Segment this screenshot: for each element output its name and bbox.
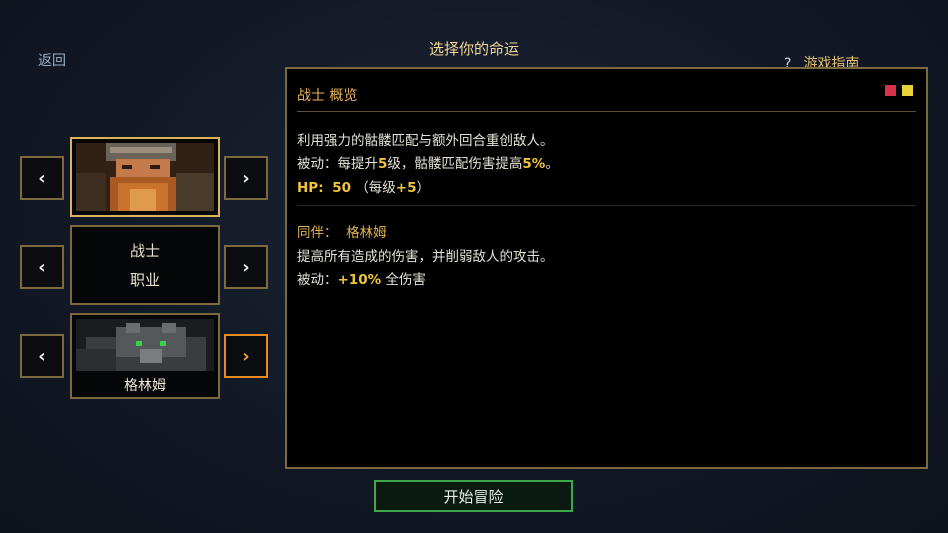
portrait-prev-button[interactable]: ‹: [20, 156, 64, 200]
chevron-left-icon: ‹: [38, 256, 46, 278]
hero-portrait-card[interactable]: [70, 137, 220, 217]
chevron-left-icon: ‹: [38, 167, 46, 189]
class-description: 利用强力的骷髅匹配与额外回合重创敌人。: [297, 133, 554, 149]
dwarf-warrior-portrait: [76, 143, 214, 211]
divider: [297, 111, 916, 112]
companion-passive: 被动：+10% 全伤害: [297, 272, 426, 288]
yellow-indicator-icon: [902, 85, 913, 96]
companion-description: 提高所有造成的伤害，并削弱敌人的攻击。: [297, 249, 554, 265]
portrait-next-button[interactable]: ›: [224, 156, 268, 200]
class-passive: 被动：每提升5级，骷髅匹配伤害提高5%。: [297, 156, 559, 172]
class-prev-button[interactable]: ‹: [20, 245, 64, 289]
class-caption: 职业: [129, 271, 160, 289]
wolf-companion-portrait: [76, 319, 214, 371]
start-adventure-button[interactable]: 开始冒险: [374, 480, 573, 512]
class-hp: HP: 50 （每级+5）: [297, 180, 430, 196]
panel-heading: 战士 概览: [297, 88, 358, 104]
companion-prev-button[interactable]: ‹: [20, 334, 64, 378]
red-indicator-icon: [885, 85, 896, 96]
chevron-right-icon: ›: [242, 256, 250, 278]
companion-card[interactable]: 格林姆: [70, 313, 220, 399]
divider: [297, 205, 916, 206]
class-overview-panel: 战士 概览 利用强力的骷髅匹配与额外回合重创敌人。 被动：每提升5级，骷髅匹配伤…: [285, 67, 928, 469]
companion-name: 格林姆: [124, 378, 166, 394]
class-next-button[interactable]: ›: [224, 245, 268, 289]
chevron-left-icon: ‹: [38, 345, 46, 367]
companion-heading: 同伴： 格林姆: [297, 225, 387, 241]
class-selector-card[interactable]: 战士 职业: [70, 225, 220, 305]
chevron-right-icon: ›: [242, 167, 250, 189]
chevron-right-icon: ›: [242, 345, 250, 367]
class-name: 战士: [129, 242, 160, 260]
companion-next-button[interactable]: ›: [224, 334, 268, 378]
